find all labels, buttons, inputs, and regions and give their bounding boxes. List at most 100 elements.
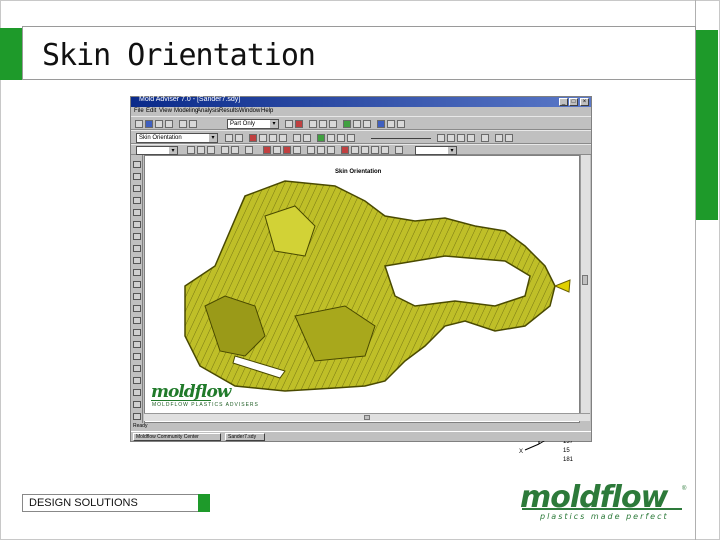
maximize-button[interactable]: □: [569, 98, 578, 106]
fillet-icon[interactable]: [133, 305, 141, 312]
menu-window[interactable]: Window: [239, 108, 260, 114]
play-back-icon[interactable]: [437, 134, 445, 142]
print-icon[interactable]: [165, 120, 173, 128]
runner-icon[interactable]: [133, 389, 141, 396]
camera-icon[interactable]: [279, 134, 287, 142]
horizontal-scrollbar[interactable]: [144, 413, 590, 421]
chamfer-icon[interactable]: [133, 317, 141, 324]
mesh-icon[interactable]: [221, 146, 229, 154]
contour-icon[interactable]: [249, 134, 257, 142]
cube-icon[interactable]: [133, 173, 141, 180]
material-icon[interactable]: [133, 413, 141, 420]
vertical-scrollbar[interactable]: [580, 155, 590, 413]
probe-icon[interactable]: [269, 134, 277, 142]
analysis-icon[interactable]: [377, 120, 385, 128]
arrow-up-icon[interactable]: [371, 146, 379, 154]
flow-icon[interactable]: [317, 134, 325, 142]
clip-icon[interactable]: [317, 146, 325, 154]
boss-icon[interactable]: [133, 221, 141, 228]
node-icon[interactable]: [197, 146, 205, 154]
menu-view[interactable]: View: [159, 108, 172, 114]
vertical-scroll-thumb[interactable]: [582, 275, 588, 285]
report-icon[interactable]: [347, 134, 355, 142]
view-front-icon[interactable]: [353, 120, 361, 128]
pause-icon[interactable]: [457, 134, 465, 142]
menu-modeling[interactable]: Modeling: [174, 108, 198, 114]
result-next-icon[interactable]: [235, 134, 243, 142]
pointer-icon[interactable]: [133, 161, 141, 168]
extrude-icon[interactable]: [133, 257, 141, 264]
options-icon[interactable]: [505, 134, 513, 142]
menu-edit[interactable]: Edit: [146, 108, 156, 114]
move-icon[interactable]: [273, 146, 281, 154]
section-icon[interactable]: [327, 146, 335, 154]
new-icon[interactable]: [135, 120, 143, 128]
time-icon[interactable]: [327, 134, 335, 142]
stop-icon[interactable]: [447, 134, 455, 142]
curve-icon[interactable]: [245, 146, 253, 154]
rib-icon[interactable]: [133, 209, 141, 216]
delete-icon[interactable]: [283, 146, 291, 154]
horizontal-scroll-thumb[interactable]: [364, 415, 370, 420]
task-sander[interactable]: Sander7.sdy: [225, 433, 265, 441]
undo-icon[interactable]: [179, 120, 187, 128]
settings-icon[interactable]: [387, 120, 395, 128]
pan-icon[interactable]: [319, 120, 327, 128]
menu-results[interactable]: Results: [219, 108, 239, 114]
result-prev-icon[interactable]: [225, 134, 233, 142]
join-icon[interactable]: [133, 365, 141, 372]
save-icon[interactable]: [155, 120, 163, 128]
hole-icon[interactable]: [133, 233, 141, 240]
export-icon[interactable]: [495, 134, 503, 142]
layer-icon[interactable]: [187, 146, 195, 154]
model-viewport[interactable]: Skin Orientation X Y Z 137 15: [144, 155, 580, 463]
rotate-icon[interactable]: [285, 120, 293, 128]
redo-icon[interactable]: [189, 120, 197, 128]
gate-icon[interactable]: [343, 120, 351, 128]
layer-select[interactable]: [136, 146, 178, 155]
warning-icon[interactable]: [341, 146, 349, 154]
close-button[interactable]: ×: [580, 98, 589, 106]
fit-icon[interactable]: [329, 120, 337, 128]
task-community-center[interactable]: Moldflow Community Center: [133, 433, 221, 441]
part-select[interactable]: Part Only: [227, 119, 279, 129]
box-icon[interactable]: [133, 197, 141, 204]
arrow-left-icon[interactable]: [351, 146, 359, 154]
legend-icon[interactable]: [337, 134, 345, 142]
cut-icon[interactable]: [133, 245, 141, 252]
animation-slider[interactable]: [371, 138, 431, 139]
minimize-button[interactable]: _: [559, 98, 568, 106]
menu-analysis[interactable]: Analysis: [197, 108, 219, 114]
display-select[interactable]: [415, 146, 457, 155]
mirror-icon[interactable]: [133, 281, 141, 288]
view-side-icon[interactable]: [363, 120, 371, 128]
shading-icon[interactable]: [259, 134, 267, 142]
result-select[interactable]: Skin Orientation: [136, 133, 218, 143]
array-icon[interactable]: [133, 293, 141, 300]
cylinder-icon[interactable]: [133, 185, 141, 192]
refresh-icon[interactable]: [395, 146, 403, 154]
open-icon[interactable]: [145, 120, 153, 128]
copy-result-icon[interactable]: [303, 134, 311, 142]
cooling-icon[interactable]: [133, 401, 141, 408]
loop-icon[interactable]: [481, 134, 489, 142]
measure-icon[interactable]: [293, 146, 301, 154]
gate-location-icon[interactable]: [133, 377, 141, 384]
print-result-icon[interactable]: [293, 134, 301, 142]
menu-file[interactable]: File: [134, 108, 144, 114]
surface-icon[interactable]: [231, 146, 239, 154]
shade-icon[interactable]: [295, 120, 303, 128]
select-icon[interactable]: [263, 146, 271, 154]
split-icon[interactable]: [133, 353, 141, 360]
arrow-right-icon[interactable]: [361, 146, 369, 154]
shell-icon[interactable]: [133, 329, 141, 336]
zoom-icon[interactable]: [309, 120, 317, 128]
draft-icon[interactable]: [133, 341, 141, 348]
menu-help[interactable]: Help: [261, 108, 273, 114]
help-icon[interactable]: [397, 120, 405, 128]
arrow-down-icon[interactable]: [381, 146, 389, 154]
query-icon[interactable]: [307, 146, 315, 154]
element-icon[interactable]: [207, 146, 215, 154]
play-icon[interactable]: [467, 134, 475, 142]
scale-icon[interactable]: [133, 269, 141, 276]
